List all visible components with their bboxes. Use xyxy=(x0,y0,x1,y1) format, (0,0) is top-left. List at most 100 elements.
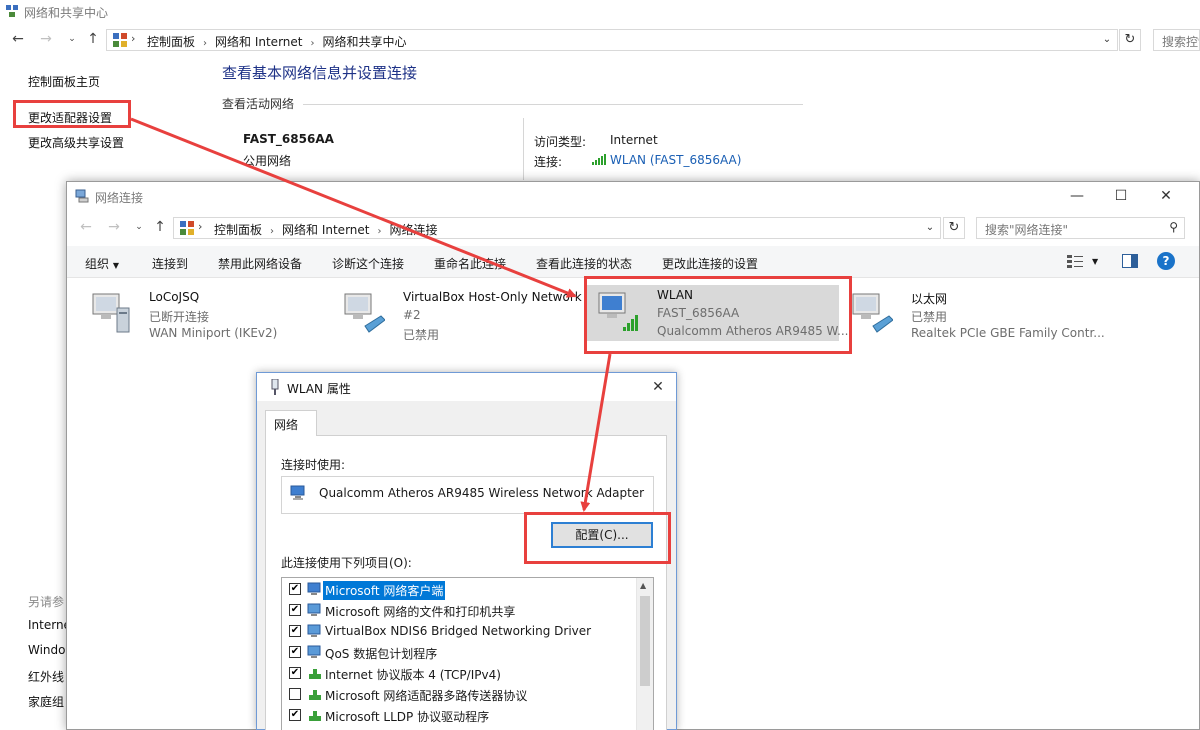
chevron-right-icon: › xyxy=(131,32,136,45)
list-item[interactable]: ✔ Internet 协议版本 4 (TCP/IPv4) xyxy=(282,663,636,684)
scrollbar-thumb[interactable] xyxy=(640,596,650,686)
title-bar: WLAN 属性 ✕ xyxy=(257,373,676,401)
breadcrumb-item[interactable]: 控制面板 xyxy=(214,223,262,237)
maximize-icon[interactable]: ☐ xyxy=(1111,186,1131,206)
connect-using-label: 连接时使用: xyxy=(281,458,346,472)
control-panel-icon xyxy=(180,221,194,235)
adapter-item[interactable]: 以太网 已禁用 Realtek PCIe GBE Family Contr... xyxy=(841,286,1111,346)
checkbox[interactable]: ✔ xyxy=(289,625,301,637)
minimize-icon[interactable]: — xyxy=(1067,186,1087,206)
up-arrow-icon[interactable]: ↑ xyxy=(151,218,169,236)
list-item[interactable]: ✔ QoS 数据包计划程序 xyxy=(282,642,636,663)
scrollbar[interactable]: ▲ xyxy=(636,578,653,730)
search-input[interactable]: 搜索"网络连接" ⚲ xyxy=(976,217,1185,239)
tab-panel: 连接时使用: Qualcomm Atheros AR9485 Wireless … xyxy=(265,435,667,730)
window-title: 网络连接 xyxy=(95,191,144,205)
adapter-name: Qualcomm Atheros AR9485 Wireless Network… xyxy=(319,486,645,500)
see-also-link[interactable]: Interne xyxy=(28,618,66,632)
access-type-value: Internet xyxy=(610,133,658,147)
control-panel-home-link[interactable]: 控制面板主页 xyxy=(28,73,100,90)
chevron-right-icon: › xyxy=(270,226,275,237)
diagnose-button[interactable]: 诊断这个连接 xyxy=(332,255,404,272)
list-item[interactable]: ✔ Microsoft 网络客户端 xyxy=(282,579,636,600)
scroll-up-icon[interactable]: ▲ xyxy=(640,581,646,590)
chevron-down-icon[interactable]: ⌄ xyxy=(922,220,938,236)
see-also-link[interactable]: Windo xyxy=(28,643,66,657)
command-bar: 组织 ▼ 连接到 禁用此网络设备 诊断这个连接 重命名此连接 查看此连接的状态 … xyxy=(67,246,1199,278)
breadcrumb-item[interactable]: 网络和 Internet xyxy=(215,35,302,49)
breadcrumb-item[interactable]: 网络和 Internet xyxy=(282,223,369,237)
change-settings-button[interactable]: 更改此连接的设置 xyxy=(662,255,758,272)
breadcrumb-item[interactable]: 网络和共享中心 xyxy=(322,35,406,49)
rename-button[interactable]: 重命名此连接 xyxy=(434,255,506,272)
chevron-right-icon: › xyxy=(310,38,315,49)
close-icon[interactable]: ✕ xyxy=(648,377,668,397)
view-status-button[interactable]: 查看此连接的状态 xyxy=(536,255,632,272)
adapter-status: 已禁用 xyxy=(403,328,440,342)
view-options-icon[interactable] xyxy=(1067,254,1083,268)
breadcrumb-item[interactable]: 网络连接 xyxy=(389,223,437,237)
see-also-heading: 另请参 xyxy=(28,595,65,609)
recent-dropdown-icon[interactable]: ⌄ xyxy=(63,30,81,48)
chevron-down-icon[interactable]: ⌄ xyxy=(1099,32,1115,48)
address-bar[interactable]: › 控制面板 › 网络和 Internet › 网络和共享中心 ⌄ xyxy=(106,29,1118,51)
adapter-item[interactable]: LoCoJSQ 已断开连接 WAN Miniport (IKEv2) xyxy=(79,286,324,346)
search-input[interactable]: 搜索控制 xyxy=(1153,29,1200,51)
item-label: Microsoft LLDP 协议驱动程序 xyxy=(325,710,490,724)
checkbox[interactable] xyxy=(289,688,301,700)
see-also-link[interactable]: 红外线 xyxy=(28,668,66,685)
tab-network[interactable]: 网络 xyxy=(265,410,317,436)
item-label: Microsoft 网络客户端 xyxy=(323,581,446,600)
connection-link[interactable]: WLAN (FAST_6856AA) xyxy=(610,153,741,167)
list-item[interactable]: ✔ Microsoft LLDP 协议驱动程序 xyxy=(282,705,636,726)
caret-down-icon[interactable]: ▼ xyxy=(1092,257,1098,266)
help-icon[interactable]: ? xyxy=(1157,252,1175,270)
forward-arrow-icon[interactable]: → xyxy=(105,218,123,236)
refresh-button[interactable]: ↻ xyxy=(943,217,965,239)
adapter-item[interactable]: VirtualBox Host-Only Network #2 已禁用 xyxy=(333,286,582,346)
adapter-name: 以太网 xyxy=(911,292,948,306)
protocol-icon xyxy=(309,711,321,721)
adapter-status: 已断开连接 xyxy=(149,310,210,324)
annotation-box xyxy=(13,100,131,128)
network-type-link[interactable]: 公用网络 xyxy=(243,152,291,169)
refresh-button[interactable]: ↻ xyxy=(1119,29,1141,51)
title-bar: 网络连接 — ☐ ✕ xyxy=(67,182,1199,212)
section-label: 查看活动网络 xyxy=(222,97,295,111)
checkbox[interactable]: ✔ xyxy=(289,583,301,595)
change-advanced-sharing-link[interactable]: 更改高级共享设置 xyxy=(28,134,124,151)
network-adapter-icon xyxy=(290,485,305,500)
checkbox[interactable]: ✔ xyxy=(289,667,301,679)
item-label: Microsoft 网络适配器多路传送器协议 xyxy=(325,689,528,703)
checkbox[interactable]: ✔ xyxy=(289,646,301,658)
recent-dropdown-icon[interactable]: ⌄ xyxy=(130,218,148,236)
access-type-label: 访问类型: xyxy=(534,135,587,149)
list-item[interactable]: Microsoft 网络适配器多路传送器协议 xyxy=(282,684,636,705)
organize-menu[interactable]: 组织 ▼ xyxy=(85,255,119,272)
checkbox[interactable]: ✔ xyxy=(289,709,301,721)
back-arrow-icon[interactable]: ← xyxy=(77,218,95,236)
navigation-bar: ← → ⌄ ↑ › 控制面板 › 网络和 Internet › 网络和共享中心 ⌄ ↻ … xyxy=(0,26,1200,54)
see-also-link[interactable]: 家庭组 xyxy=(28,693,66,710)
adapter-status: 已禁用 xyxy=(911,310,948,324)
annotation-box xyxy=(584,276,852,354)
up-arrow-icon[interactable]: ↑ xyxy=(84,30,102,48)
caret-down-icon: ▼ xyxy=(112,261,119,270)
components-list: ✔ Microsoft 网络客户端 ✔ Microsoft 网络的文件和打印机共… xyxy=(281,577,654,730)
annotation-box xyxy=(524,512,671,564)
computer-vpn-icon xyxy=(92,293,130,333)
title-bar: 网络和共享中心 xyxy=(0,0,1200,24)
list-item[interactable]: ✔ Microsoft 网络的文件和打印机共享 xyxy=(282,600,636,621)
close-icon[interactable]: ✕ xyxy=(1156,186,1176,206)
back-arrow-icon[interactable]: ← xyxy=(9,30,27,48)
list-item[interactable]: ✔ VirtualBox NDIS6 Bridged Networking Dr… xyxy=(282,621,636,642)
window-title: 网络和共享中心 xyxy=(24,6,109,20)
checkbox[interactable]: ✔ xyxy=(289,604,301,616)
disable-device-button[interactable]: 禁用此网络设备 xyxy=(218,255,302,272)
breadcrumb-item[interactable]: 控制面板 xyxy=(147,35,195,49)
preview-pane-icon[interactable] xyxy=(1122,254,1138,268)
address-bar[interactable]: › 控制面板 › 网络和 Internet › 网络连接 ⌄ xyxy=(173,217,941,239)
connect-to-button[interactable]: 连接到 xyxy=(152,255,188,272)
adapter-name-line2: #2 xyxy=(403,308,421,322)
forward-arrow-icon[interactable]: → xyxy=(37,30,55,48)
